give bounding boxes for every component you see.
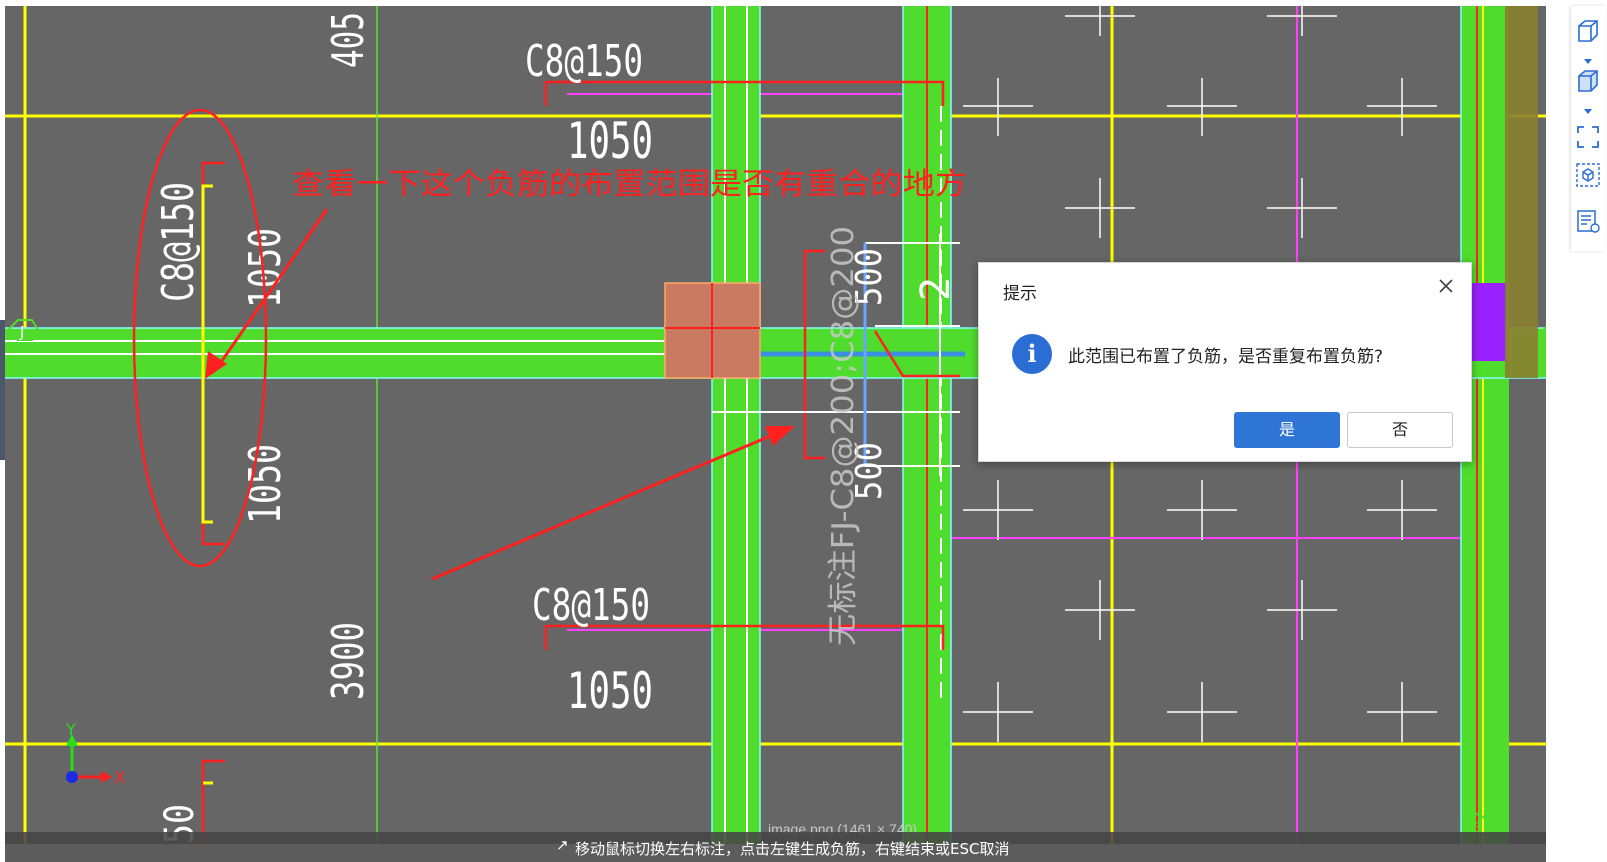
select-3d-icon[interactable] (1575, 162, 1601, 188)
axis-y-label: Y (65, 720, 76, 739)
status-message: 移动鼠标切换左右标注，点击左键生成负筋，右键结束或ESC取消 (575, 840, 1010, 858)
yes-button[interactable]: 是 (1234, 412, 1340, 448)
dim-mid-2: 2 (913, 277, 959, 301)
dim-left-rebar: C8@150 (153, 182, 204, 302)
dim-mid-label: 无标注FJ-C8@200;C8@200 (826, 226, 861, 646)
view-toolbar (1571, 6, 1605, 251)
annotation-arrows (205, 208, 795, 581)
no-button[interactable]: 否 (1347, 412, 1453, 448)
dialog-title: 提示 (1003, 284, 1037, 304)
dim-left-length-b: 1050 (240, 444, 291, 524)
dropdown-icon[interactable] (1575, 102, 1601, 114)
cursor-move-icon: ↗ (556, 836, 569, 854)
axis-x-label: X (114, 768, 125, 787)
dropdown-icon[interactable] (1575, 52, 1601, 64)
info-icon: i (1012, 334, 1052, 374)
close-icon[interactable] (1435, 275, 1457, 297)
dim-bottom-length: 1050 (567, 662, 653, 720)
annotation-text: 查看一下这个负筋的布置范围是否有重合的地方 (292, 167, 967, 202)
dim-3900: 3900 (323, 622, 374, 700)
dim-405: 405 (323, 12, 374, 68)
axis-indicator (66, 734, 112, 783)
dim-top-rebar: C8@150 (525, 36, 643, 87)
properties-icon[interactable] (1575, 208, 1601, 234)
cube-solid-icon[interactable] (1575, 68, 1601, 94)
status-bar: ↗ 移动鼠标切换左右标注，点击左键生成负筋，右键结束或ESC取消 (5, 832, 1546, 862)
axis-label-j-left: J (19, 323, 24, 341)
confirm-dialog: 提示 i 此范围已布置了负筋，是否重复布置负筋? 是 否 (978, 262, 1472, 462)
fullscreen-icon[interactable] (1575, 124, 1601, 150)
dim-top-length: 1050 (567, 112, 653, 170)
cube-view-icon[interactable] (1575, 18, 1601, 44)
dim-bottom-rebar: C8@150 (532, 580, 650, 631)
dialog-message: 此范围已布置了负筋，是否重复布置负筋? (1068, 347, 1384, 367)
